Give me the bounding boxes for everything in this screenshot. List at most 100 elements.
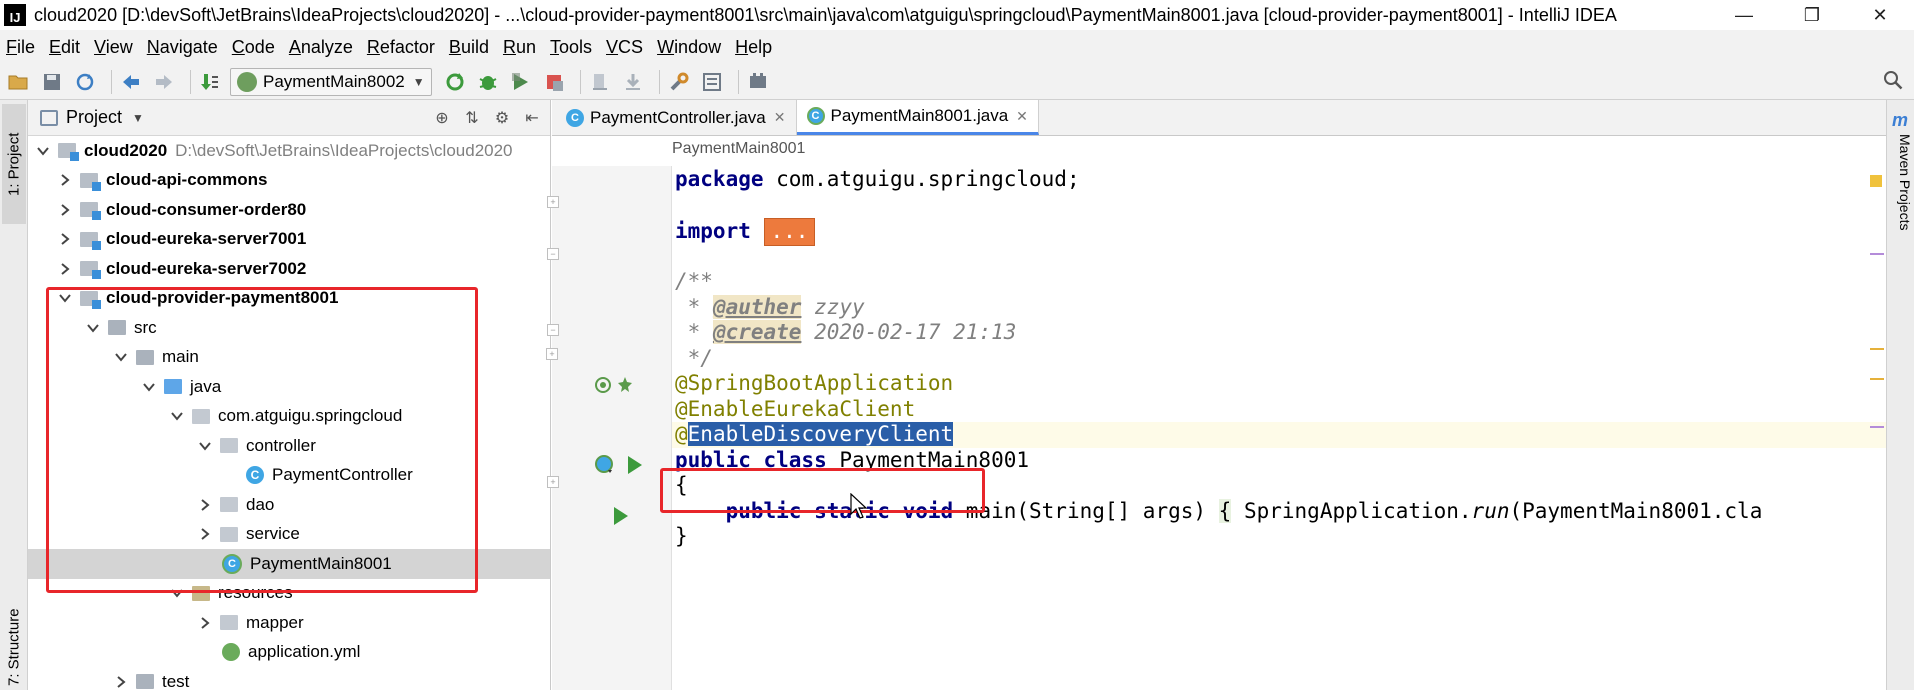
project-panel-title[interactable]: Project [66, 107, 122, 128]
folded-imports[interactable]: ... [763, 218, 816, 246]
collapse-all-icon[interactable]: ⇅ [460, 106, 484, 130]
back-arrow-icon[interactable] [118, 69, 144, 95]
tree-node-cloud-provider-payment8001[interactable]: cloud-provider-payment8001 [28, 284, 550, 314]
chevron-right-icon[interactable] [58, 173, 72, 187]
minimize-button[interactable]: — [1710, 0, 1778, 30]
code-area[interactable]: 1 package com.atguigu.springcloud; 2 3 i… [672, 166, 1886, 690]
debug-icon[interactable] [475, 69, 501, 95]
error-stripe-marker[interactable] [1870, 378, 1884, 380]
build-project-icon[interactable] [197, 69, 223, 95]
vcs-commit-icon[interactable] [620, 69, 646, 95]
close-button[interactable]: ✕ [1846, 0, 1914, 30]
tree-node-mapper[interactable]: mapper [28, 608, 550, 638]
tree-node-application-yml[interactable]: application.yml [28, 638, 550, 668]
structure-tool-tab[interactable]: 7: Structure [2, 605, 26, 690]
run-configuration-dropdown[interactable]: PaymentMain8002 ▼ [230, 67, 432, 96]
tab-paymentcontroller[interactable]: C PaymentController.java ✕ [556, 100, 797, 135]
chevron-down-icon[interactable] [58, 291, 72, 305]
menu-tools[interactable]: Tools [550, 37, 592, 58]
chevron-down-icon[interactable] [198, 439, 212, 453]
spring-class-gutter-icon[interactable] [594, 454, 613, 473]
tree-node-test[interactable]: test [28, 667, 550, 690]
chevron-right-icon[interactable] [58, 262, 72, 276]
chevron-down-icon[interactable]: ▼ [132, 111, 144, 125]
coverage-icon[interactable] [508, 69, 534, 95]
menu-navigate[interactable]: Navigate [147, 37, 218, 58]
tree-node-paymentcontroller[interactable]: C PaymentController [28, 461, 550, 491]
locate-file-icon[interactable]: ⊕ [430, 106, 454, 130]
gear-icon[interactable]: ⚙ [490, 106, 514, 130]
save-icon[interactable] [39, 69, 65, 95]
project-tool-tab[interactable]: 1: Project [2, 104, 26, 224]
tree-node-service[interactable]: service [28, 520, 550, 550]
menu-run[interactable]: Run [503, 37, 536, 58]
fold-marker[interactable]: + [547, 476, 559, 488]
fold-marker[interactable]: − [547, 324, 559, 336]
tree-node-cloud2020[interactable]: cloud2020 D:\devSoft\JetBrains\IdeaProje… [28, 136, 550, 166]
tab-paymentmain8001[interactable]: C PaymentMain8001.java ✕ [796, 100, 1039, 135]
vcs-update-icon[interactable] [587, 69, 613, 95]
selected-text[interactable]: EnableDiscoveryClient [687, 422, 954, 446]
menu-view[interactable]: View [94, 37, 133, 58]
tree-node-cloud-api-commons[interactable]: cloud-api-commons [28, 166, 550, 196]
open-folder-icon[interactable] [6, 69, 32, 95]
chevron-right-icon[interactable] [114, 675, 128, 689]
run-gutter-icon[interactable] [628, 456, 646, 474]
tree-node-main[interactable]: main [28, 343, 550, 373]
tree-node-cloud-consumer-order80[interactable]: cloud-consumer-order80 [28, 195, 550, 225]
tree-node-cloud-eureka-server7002[interactable]: cloud-eureka-server7002 [28, 254, 550, 284]
restore-button[interactable]: ❐ [1778, 0, 1846, 30]
sdk-icon[interactable] [745, 69, 771, 95]
settings-wrench-icon[interactable] [666, 69, 692, 95]
inspection-status-icon[interactable] [1870, 175, 1882, 187]
spring-boot-gutter-icon[interactable] [616, 376, 634, 394]
error-stripe-marker[interactable] [1870, 348, 1884, 350]
menu-file[interactable]: File [6, 37, 35, 58]
chevron-down-icon[interactable] [142, 380, 156, 394]
error-stripe-marker[interactable] [1870, 426, 1884, 428]
run-gutter-icon[interactable] [614, 507, 632, 525]
chevron-down-icon[interactable] [114, 350, 128, 364]
menu-help[interactable]: Help [735, 37, 772, 58]
chevron-right-icon[interactable] [198, 498, 212, 512]
chevron-right-icon[interactable] [58, 203, 72, 217]
tree-node-cloud-eureka-server7001[interactable]: cloud-eureka-server7001 [28, 225, 550, 255]
maven-icon[interactable]: m [1892, 110, 1908, 131]
fold-marker[interactable]: − [547, 248, 559, 260]
tree-node-resources[interactable]: resources [28, 579, 550, 609]
close-icon[interactable]: ✕ [774, 109, 786, 126]
rerun-icon[interactable] [442, 69, 468, 95]
hide-panel-icon[interactable]: ⇤ [520, 106, 544, 130]
stop-icon[interactable] [541, 69, 567, 95]
close-icon[interactable]: ✕ [1016, 108, 1028, 125]
menu-edit[interactable]: Edit [49, 37, 80, 58]
spring-bean-icon[interactable] [594, 376, 612, 394]
tree-node-paymentmain8001[interactable]: C PaymentMain8001 [28, 549, 550, 579]
search-everywhere-icon[interactable] [1882, 69, 1908, 95]
menu-build[interactable]: Build [449, 37, 489, 58]
chevron-down-icon[interactable] [170, 409, 184, 423]
project-structure-icon[interactable] [699, 69, 725, 95]
tree-node-java[interactable]: java [28, 372, 550, 402]
sync-icon[interactable] [72, 69, 98, 95]
menu-analyze[interactable]: Analyze [289, 37, 353, 58]
fold-marker[interactable]: + [546, 348, 558, 360]
maven-projects-tab[interactable]: Maven Projects [1889, 134, 1913, 254]
breadcrumb[interactable]: PaymentMain8001 [672, 140, 805, 158]
error-stripe-marker[interactable] [1870, 253, 1884, 255]
chevron-right-icon[interactable] [198, 527, 212, 541]
tree-node-src[interactable]: src [28, 313, 550, 343]
chevron-down-icon[interactable] [36, 144, 50, 158]
fold-marker[interactable]: + [547, 196, 559, 208]
chevron-down-icon[interactable] [170, 586, 184, 600]
tree-node-package[interactable]: com.atguigu.springcloud [28, 402, 550, 432]
menu-code[interactable]: Code [232, 37, 275, 58]
tree-node-controller[interactable]: controller [28, 431, 550, 461]
forward-arrow-icon[interactable] [151, 69, 177, 95]
menu-window[interactable]: Window [657, 37, 721, 58]
tree-node-dao[interactable]: dao [28, 490, 550, 520]
chevron-down-icon[interactable] [86, 321, 100, 335]
chevron-right-icon[interactable] [58, 232, 72, 246]
menu-vcs[interactable]: VCS [606, 37, 643, 58]
menu-refactor[interactable]: Refactor [367, 37, 435, 58]
